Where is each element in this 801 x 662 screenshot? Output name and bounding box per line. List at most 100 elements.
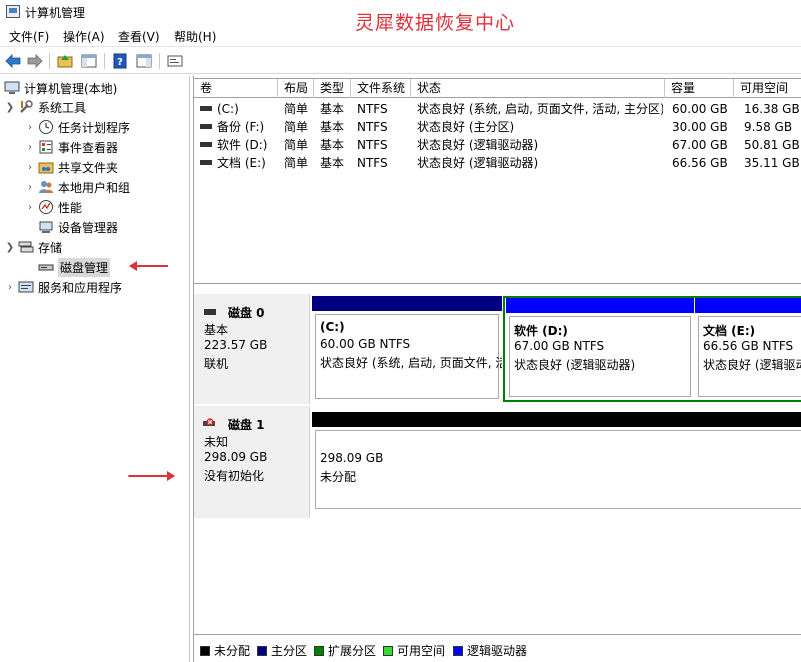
tree-item-device-manager[interactable]: 设备管理器 [38, 218, 118, 236]
action-pane-icon[interactable] [135, 52, 153, 70]
type-cell: 基本 [320, 102, 345, 116]
tree-item-shared-folders[interactable]: › 共享文件夹 [24, 158, 118, 176]
disk1-info[interactable]: 磁盘 1 未知 298.09 GB 没有初始化 [194, 406, 310, 518]
show-tree-icon[interactable] [80, 52, 98, 70]
chevron-down-icon[interactable]: ❯ [4, 102, 16, 113]
table-row[interactable]: (C:) 简单 基本 NTFS 状态良好 (系统, 启动, 页面文件, 活动, … [194, 100, 801, 118]
console-icon[interactable] [166, 52, 184, 70]
chevron-right-icon[interactable]: › [24, 162, 36, 173]
table-row[interactable]: 备份 (F:) 简单 基本 NTFS 状态良好 (主分区) 30.00 GB 9… [194, 118, 801, 136]
column-header-volume[interactable]: 卷 [194, 79, 278, 98]
logical-drive-bar [695, 298, 801, 313]
column-header-filesystem[interactable]: 文件系统 [351, 79, 411, 98]
unallocated-space[interactable]: 298.09 GB 未分配 [312, 412, 801, 512]
partition-d-title: 软件 (D:) [514, 324, 568, 338]
layout-cell: 简单 [284, 156, 309, 170]
tree-item-label: 本地用户和组 [58, 180, 131, 195]
legend-swatch [257, 645, 267, 656]
tree-item-disk-management[interactable]: 磁盘管理 [38, 257, 111, 277]
tree-item-services-apps[interactable]: › 服务和应用程序 [4, 278, 122, 296]
partition-c-status: 状态良好 (系统, 启动, 页面文件, 活动, 主分区) [320, 356, 502, 370]
partition-c[interactable]: (C:) 60.00 GB NTFS 状态良好 (系统, 启动, 页面文件, 活… [312, 296, 502, 402]
column-header-type[interactable]: 类型 [314, 79, 351, 98]
disk0-info[interactable]: 磁盘 0 基本 223.57 GB 联机 [194, 294, 310, 404]
column-header-layout[interactable]: 布局 [278, 79, 314, 98]
chevron-right-icon[interactable]: › [4, 282, 16, 293]
legend-label: 主分区 [271, 644, 308, 658]
status-cell: 状态良好 (系统, 启动, 页面文件, 活动, 主分区) [417, 102, 663, 116]
volume-name: 软件 (D:) [217, 138, 268, 152]
table-row[interactable]: 文档 (E:) 简单 基本 NTFS 状态良好 (逻辑驱动器) 66.56 GB… [194, 154, 801, 172]
toolbar-separator [159, 53, 160, 69]
tree-item-storage[interactable]: ❯ 存储 [4, 238, 62, 256]
partition-c-box: (C:) 60.00 GB NTFS 状态良好 (系统, 启动, 页面文件, 活… [315, 314, 502, 399]
disk1-name: 磁盘 1 [228, 418, 265, 432]
back-arrow-icon[interactable] [4, 52, 22, 70]
table-row[interactable]: 软件 (D:) 简单 基本 NTFS 状态良好 (逻辑驱动器) 67.00 GB… [194, 136, 801, 154]
volume-name: (C:) [217, 102, 239, 116]
column-header-status[interactable]: 状态 [411, 79, 665, 98]
svg-text:?: ? [117, 57, 123, 68]
annotation-arrow [129, 261, 168, 271]
legend-swatch [383, 645, 393, 656]
chevron-right-icon[interactable]: › [24, 122, 36, 133]
column-header-capacity[interactable]: 容量 [665, 79, 734, 98]
partition-e-size: 66.56 GB NTFS [703, 339, 794, 353]
disk-icon [204, 309, 216, 315]
tree-item-computer-management[interactable]: 计算机管理(本地) [4, 79, 117, 97]
unallocated-size: 298.09 GB [320, 451, 384, 465]
tree-item-label: 任务计划程序 [58, 120, 131, 135]
type-cell: 基本 [320, 138, 345, 152]
volume-icon [200, 142, 212, 147]
tree-item-label: 设备管理器 [58, 220, 119, 235]
disk0-size: 223.57 GB [204, 338, 268, 352]
uninitialized-disk-icon [203, 417, 217, 427]
chevron-right-icon[interactable]: › [24, 202, 36, 213]
tree-item-label: 系统工具 [38, 100, 87, 115]
tree-item-event-viewer[interactable]: › 事件查看器 [24, 138, 118, 156]
type-cell: 基本 [320, 156, 345, 170]
tree-item-performance[interactable]: › 性能 [24, 198, 82, 216]
help-icon[interactable]: ? [111, 52, 129, 70]
tree-item-task-scheduler[interactable]: › 任务计划程序 [24, 118, 130, 136]
toolbar: ? [0, 46, 801, 74]
toolbar-separator [104, 53, 105, 69]
tree-item-system-tools[interactable]: ❯ 系统工具 [4, 98, 86, 116]
partition-e[interactable]: 文档 (E:) 66.56 GB NTFS 状态良好 (逻辑驱动器) [695, 298, 801, 400]
menu-action[interactable]: 操作(A) [63, 28, 105, 45]
tree-item-label: 事件查看器 [58, 140, 119, 155]
menu-file[interactable]: 文件(F) [9, 28, 49, 45]
column-header-free-space[interactable]: 可用空间 [734, 79, 801, 98]
unallocated-box: 298.09 GB 未分配 [315, 430, 801, 509]
chevron-right-icon[interactable]: › [24, 182, 36, 193]
volume-name: 备份 (F:) [217, 120, 265, 134]
partition-e-box: 文档 (E:) 66.56 GB NTFS 状态良好 (逻辑驱动器) [698, 316, 801, 397]
up-folder-icon[interactable] [56, 52, 74, 70]
chevron-down-icon[interactable]: ❯ [4, 242, 16, 253]
disk-map: 磁盘 0 基本 223.57 GB 联机 (C:) 60.00 GB NTFS … [194, 286, 801, 634]
tree-item-local-users[interactable]: › 本地用户和组 [24, 178, 130, 196]
filesystem-cell: NTFS [357, 156, 388, 170]
volume-icon [200, 160, 212, 165]
partition-e-title: 文档 (E:) [703, 324, 756, 338]
legend: 未分配 主分区 扩展分区 可用空间 逻辑驱动器 [194, 634, 801, 660]
chevron-right-icon[interactable]: › [24, 142, 36, 153]
tree-item-label: 计算机管理(本地) [24, 81, 118, 96]
tree-item-label: 性能 [58, 200, 83, 215]
menu-view[interactable]: 查看(V) [118, 28, 160, 45]
legend-label: 可用空间 [397, 644, 446, 658]
volume-icon [200, 106, 212, 111]
partition-d[interactable]: 软件 (D:) 67.00 GB NTFS 状态良好 (逻辑驱动器) [506, 298, 694, 400]
services-icon [18, 279, 34, 295]
disk1-status: 没有初始化 [204, 469, 265, 483]
computer-management-icon [6, 5, 20, 18]
layout-cell: 简单 [284, 138, 309, 152]
menu-bar: 文件(F) 操作(A) 查看(V) 帮助(H) [0, 25, 801, 45]
partition-d-status: 状态良好 (逻辑驱动器) [514, 358, 636, 372]
legend-item: 逻辑驱动器 [453, 642, 527, 659]
disk1-type: 未知 [204, 435, 229, 449]
capacity-cell: 66.56 GB [672, 156, 728, 170]
menu-help[interactable]: 帮助(H) [174, 28, 216, 45]
filesystem-cell: NTFS [357, 102, 388, 116]
forward-arrow-icon[interactable] [26, 52, 44, 70]
